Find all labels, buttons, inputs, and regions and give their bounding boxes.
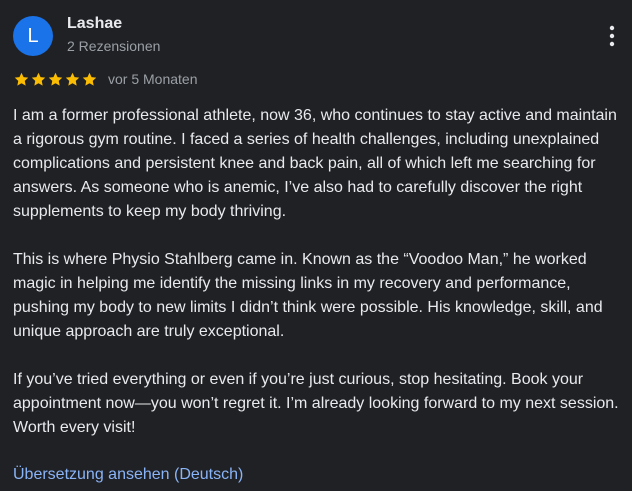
more-vertical-icon <box>609 25 615 47</box>
review-date: vor 5 Monaten <box>108 71 198 87</box>
review-paragraph: If you’ve tried everything or even if yo… <box>13 371 619 436</box>
star-rating <box>13 71 98 88</box>
more-options-button[interactable] <box>600 22 624 50</box>
review-paragraph: This is where Physio Stahlberg came in. … <box>13 251 603 340</box>
review-card: L Lashae 2 Rezensionen vor 5 Monaten I a… <box>0 0 632 491</box>
author-review-count: 2 Rezensionen <box>67 38 161 54</box>
author-name[interactable]: Lashae <box>67 15 122 33</box>
star-icon <box>31 72 46 86</box>
star-icon <box>14 72 29 86</box>
star-icon <box>65 72 80 86</box>
review-paragraph: I am a former professional athlete, now … <box>13 107 617 220</box>
rating-row: vor 5 Monaten <box>13 70 198 88</box>
see-translation-link[interactable]: Übersetzung ansehen (Deutsch) <box>13 463 243 487</box>
star-icon <box>82 72 97 86</box>
avatar[interactable]: L <box>13 16 53 56</box>
star-icon <box>48 72 63 86</box>
review-text: I am a former professional athlete, now … <box>13 104 625 440</box>
